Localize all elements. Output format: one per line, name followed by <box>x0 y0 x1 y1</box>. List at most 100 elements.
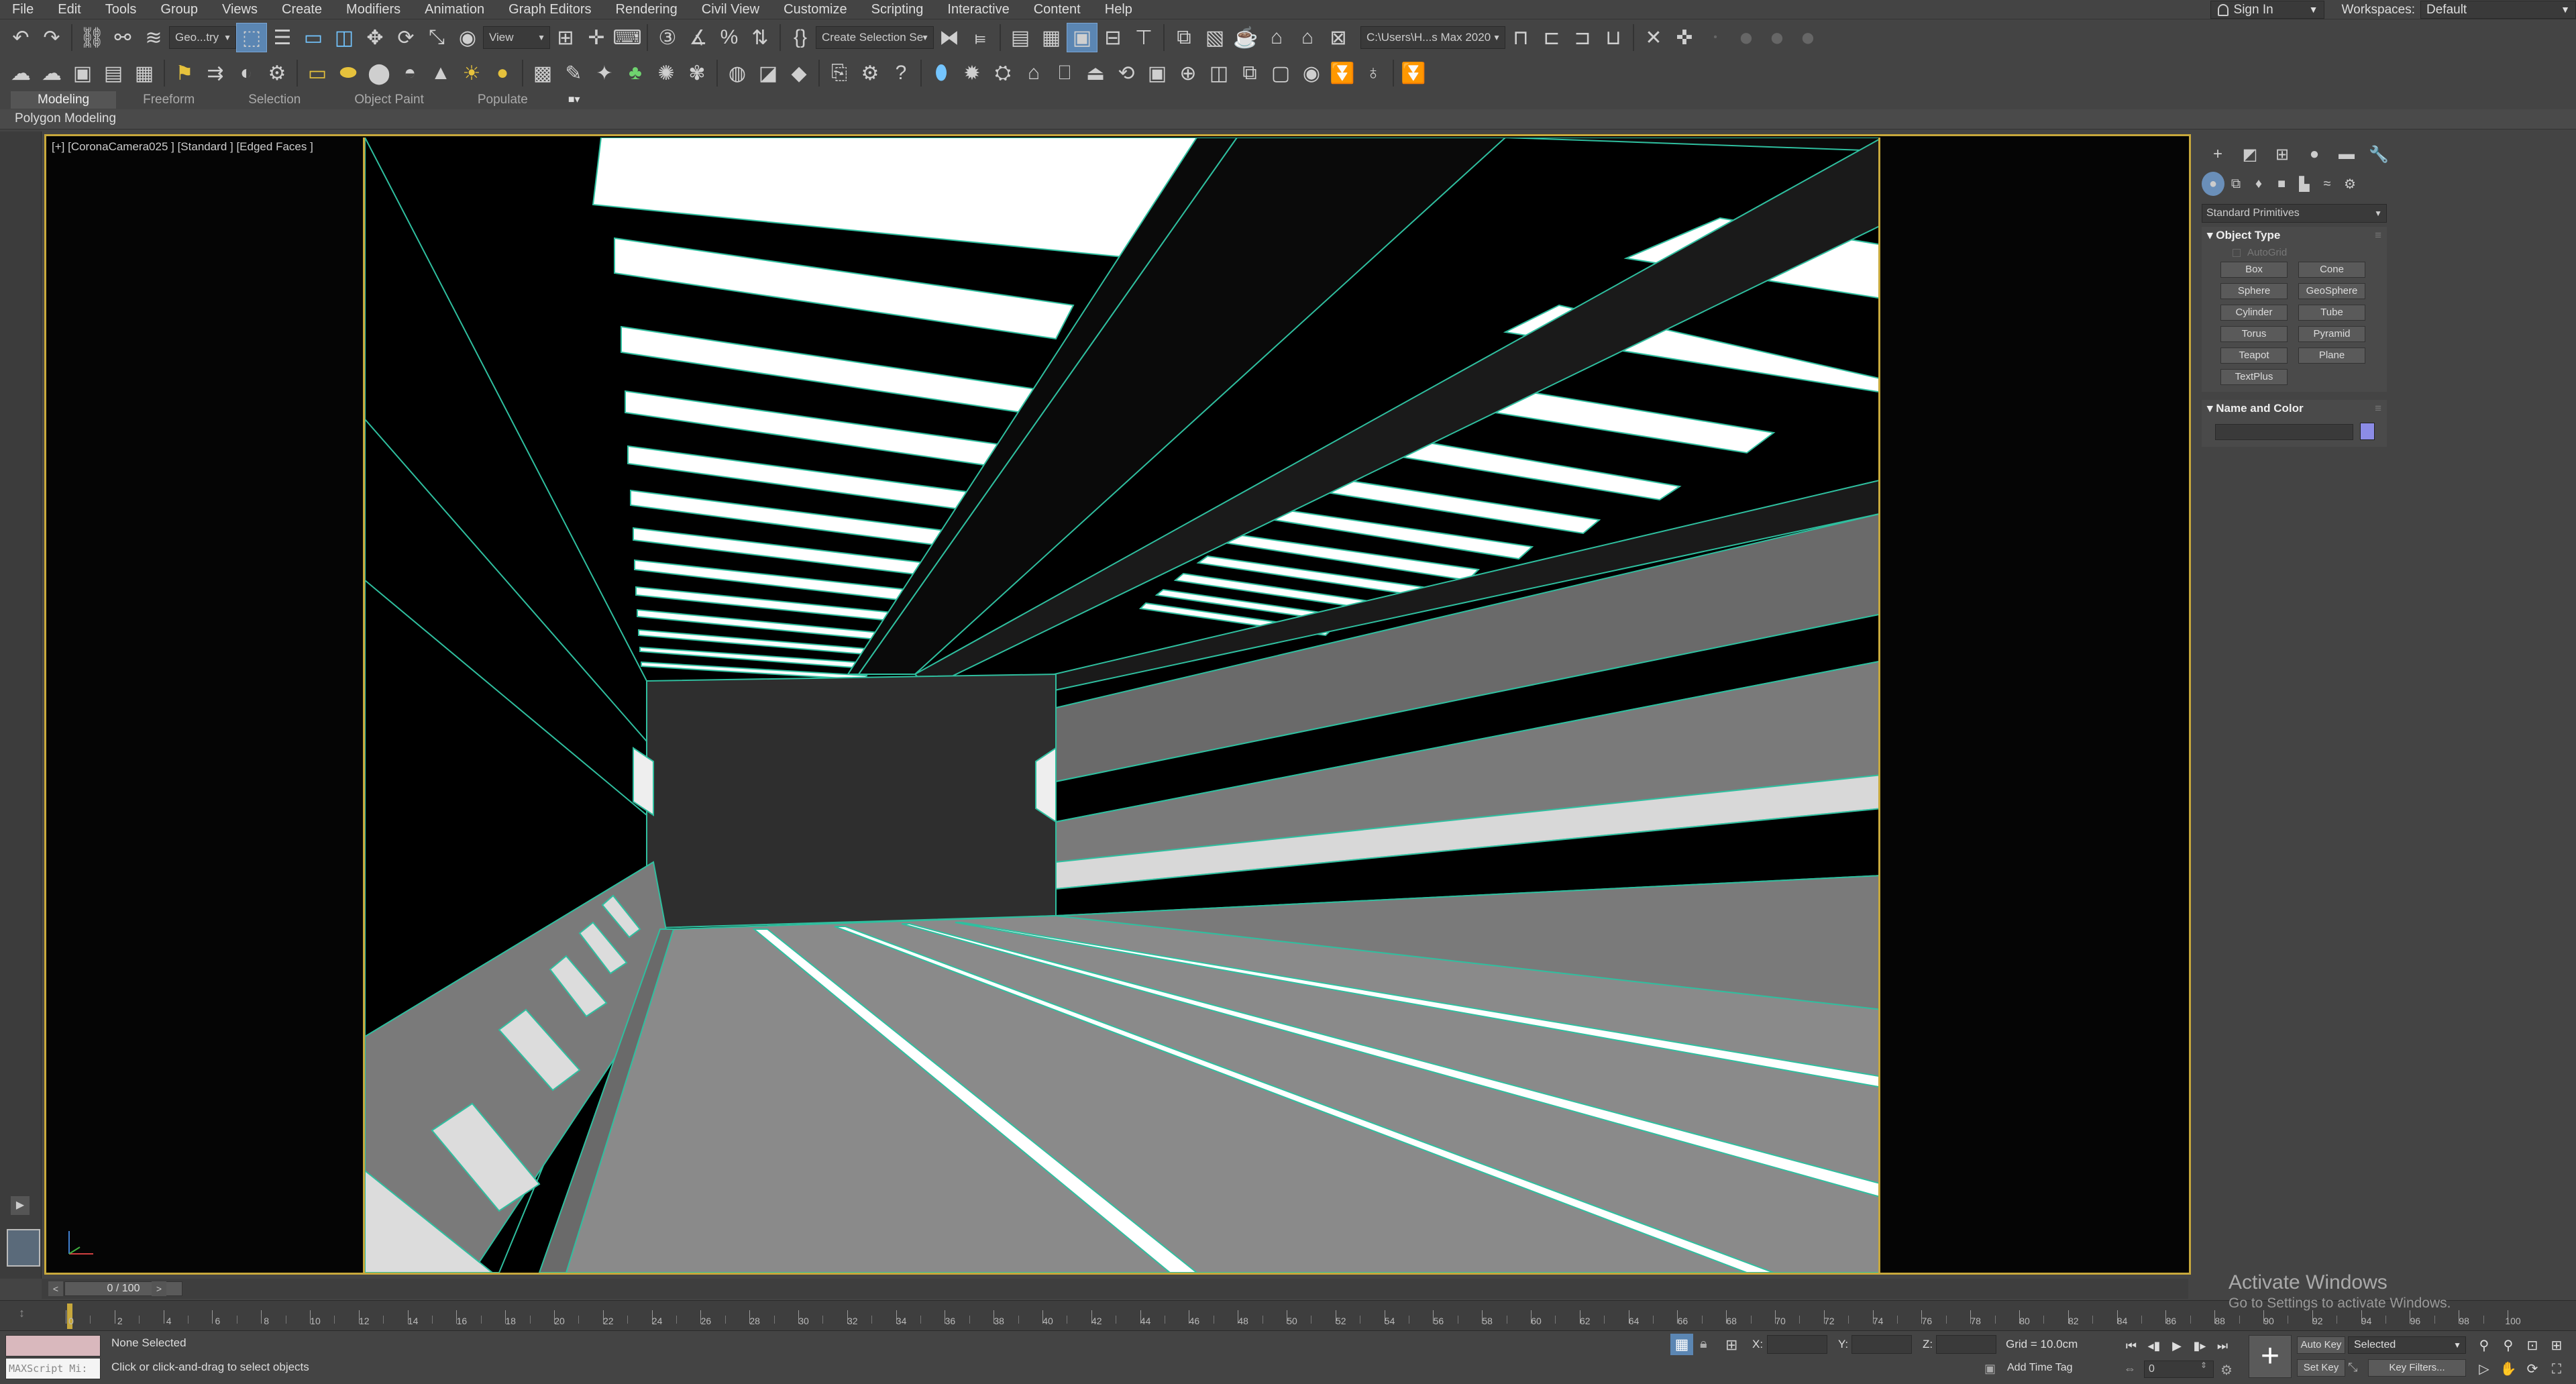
rollout-menu-icon[interactable]: ≡ <box>2375 227 2381 244</box>
shapes-subtab-icon[interactable]: ⧉ <box>2224 172 2247 196</box>
time-slider[interactable]: < 0 / 100 > <box>42 1279 2188 1299</box>
key-selection-select[interactable]: Selected ▼ <box>2348 1336 2466 1354</box>
link-icon[interactable]: ⛓ <box>76 23 107 52</box>
systems-subtab-icon[interactable]: ⚙ <box>2339 172 2361 196</box>
lamp-icon[interactable]: ⏏ <box>1080 58 1111 88</box>
sphere-button[interactable]: Sphere <box>2220 283 2288 299</box>
region-icon[interactable]: ▢ <box>1265 58 1296 88</box>
rectangle-light-icon[interactable]: ▭ <box>302 58 333 88</box>
menu-interactive[interactable]: Interactive <box>935 0 1021 19</box>
menu-scripting[interactable]: Scripting <box>859 0 936 19</box>
menu-tools[interactable]: Tools <box>93 0 149 19</box>
maximize-viewport-icon[interactable]: ⛶ <box>2545 1359 2568 1381</box>
plane-button[interactable]: Plane <box>2298 348 2365 364</box>
bind-spacewarp-icon[interactable]: ≋ <box>138 23 169 52</box>
teapot-button[interactable]: Teapot <box>2220 348 2288 364</box>
dual-view-icon[interactable]: ⧉ <box>1234 58 1265 88</box>
x-coordinate-field[interactable] <box>1767 1335 1827 1354</box>
viewport-layout-thumbnail[interactable] <box>7 1229 40 1267</box>
bulb-icon[interactable]: ♁ <box>1358 58 1389 88</box>
menu-customize[interactable]: Customize <box>771 0 859 19</box>
cylinder-button[interactable]: Cylinder <box>2220 305 2288 321</box>
ribbon-toggle-button[interactable]: ■▾ <box>568 91 580 109</box>
align-icon[interactable]: ⫢ <box>965 23 996 52</box>
tab-object-paint[interactable]: Object Paint <box>327 91 451 109</box>
converter-icon[interactable]: ◐ <box>231 58 262 88</box>
scene-states-icon[interactable]: ⊏ <box>1536 23 1567 52</box>
menu-create[interactable]: Create <box>270 0 334 19</box>
window-icon[interactable]: ◫ <box>1203 58 1234 88</box>
object-type-header[interactable]: ▾ Object Type ≡ <box>2202 227 2387 244</box>
list-icon[interactable]: ▤ <box>98 58 129 88</box>
primitive-type-select[interactable]: Standard Primitives ▼ <box>2202 204 2387 223</box>
zoom-extents-all-icon[interactable]: ⊞ <box>2545 1335 2568 1357</box>
reference-coord-select[interactable]: View ▼ <box>483 26 550 49</box>
proxy-icon[interactable]: ⇉ <box>200 58 231 88</box>
open-scene-icon[interactable]: ⊐ <box>1567 23 1598 52</box>
textplus-button[interactable]: TextPlus <box>2220 369 2288 385</box>
frame-ruler[interactable]: 0 2 4 6 8 10 12 14 16 18 20 22 24 26 28 30 32 34 36 38 40 42 4… <box>66 1301 2521 1332</box>
material-editor-icon[interactable]: ⊤ <box>1128 23 1159 52</box>
maxscript-listener-input[interactable] <box>5 1335 101 1356</box>
save-scene-icon[interactable]: ⊔ <box>1598 23 1629 52</box>
copy-icon[interactable]: ⎘ <box>824 58 855 88</box>
z-coordinate-field[interactable] <box>1936 1335 1996 1354</box>
circle-icon[interactable]: ● <box>1731 23 1762 52</box>
tab-selection[interactable]: Selection <box>221 91 327 109</box>
disk-light-icon[interactable]: ⬬ <box>333 58 364 88</box>
sign-in-button[interactable]: Sign In ▼ <box>2210 1 2324 19</box>
sky-icon[interactable]: ● <box>487 58 518 88</box>
display-tab-icon[interactable]: ▬ <box>2330 141 2363 168</box>
layer-select[interactable]: Geo...try ▼ <box>169 26 236 49</box>
y-coordinate-field[interactable] <box>1851 1335 1912 1354</box>
zoom-extents-icon[interactable]: ⊡ <box>2521 1335 2544 1357</box>
geosphere-button[interactable]: GeoSphere <box>2298 283 2365 299</box>
project-folder-icon[interactable]: ⊓ <box>1505 23 1536 52</box>
hierarchy-tab-icon[interactable]: ⊞ <box>2266 141 2298 168</box>
maxscript-mini-listener[interactable]: MAXScript Mi: <box>5 1358 101 1379</box>
helpers-subtab-icon[interactable]: ▙ <box>2293 172 2316 196</box>
render-iterative-icon[interactable]: ⌂ <box>1261 23 1292 52</box>
lights-subtab-icon[interactable]: ♦ <box>2247 172 2270 196</box>
workspace-select[interactable]: Default ▼ <box>2420 1 2576 19</box>
layer-explorer-icon[interactable]: ▤ <box>1005 23 1036 52</box>
angle-snap-icon[interactable]: ∡ <box>683 23 714 52</box>
cone-button[interactable]: Cone <box>2298 262 2365 278</box>
corona-tool-icon[interactable]: ✕ <box>1638 23 1669 52</box>
move-icon[interactable]: ✥ <box>360 23 390 52</box>
add-time-tag-button[interactable]: Add Time Tag <box>2007 1362 2073 1374</box>
zoom-all-icon[interactable]: ⚲ <box>2497 1335 2520 1357</box>
curve-editor-icon[interactable]: ▣ <box>1067 23 1097 52</box>
menu-file[interactable]: File <box>0 0 46 19</box>
play-icon[interactable]: ▶ <box>2165 1335 2188 1356</box>
render-setup-icon[interactable]: ⧉ <box>1169 23 1199 52</box>
scatter-icon[interactable]: ⚙ <box>262 58 292 88</box>
object-name-field[interactable] <box>2215 424 2353 440</box>
menu-rendering[interactable]: Rendering <box>604 0 690 19</box>
time-slider-prev-button[interactable]: < <box>48 1281 63 1296</box>
time-slider-next-button[interactable]: > <box>152 1281 166 1296</box>
field-of-view-icon[interactable]: ▷ <box>2473 1359 2496 1381</box>
render-shade-icon[interactable]: ⌂ <box>1292 23 1323 52</box>
go-to-start-icon[interactable]: ⏮ <box>2120 1335 2143 1356</box>
geometry-subtab-icon[interactable]: ● <box>2202 172 2224 196</box>
placement-icon[interactable]: ◉ <box>452 23 483 52</box>
autogrid-checkbox[interactable]: AutoGrid <box>2202 244 2387 262</box>
menu-animation[interactable]: Animation <box>413 0 496 19</box>
utilities-tab-icon[interactable]: 🔧 <box>2363 141 2395 168</box>
zoom-icon[interactable]: ⚲ <box>2473 1335 2496 1357</box>
scene-explorer-icon[interactable]: ☁ <box>5 58 36 88</box>
keyboard-shortcut-icon[interactable]: ⌨ <box>612 23 643 52</box>
menu-group[interactable]: Group <box>148 0 210 19</box>
render-frame-window-icon[interactable]: ⊠ <box>1323 23 1354 52</box>
snap-toggle-icon[interactable]: ③ <box>652 23 683 52</box>
menu-help[interactable]: Help <box>1093 0 1144 19</box>
set-key-button[interactable]: Set Key <box>2297 1359 2345 1377</box>
rotate-icon[interactable]: ⟳ <box>390 23 421 52</box>
select-by-name-icon[interactable]: ☰ <box>267 23 298 52</box>
light-lister-icon[interactable]: ⬮ <box>926 58 957 88</box>
polygon-modeling-label[interactable]: Polygon Modeling <box>15 111 116 126</box>
circle-icon[interactable]: ● <box>1792 23 1823 52</box>
frame-spinner-icon[interactable]: ⇕ <box>2200 1361 2207 1370</box>
material-sphere-icon[interactable]: ◍ <box>722 58 753 88</box>
